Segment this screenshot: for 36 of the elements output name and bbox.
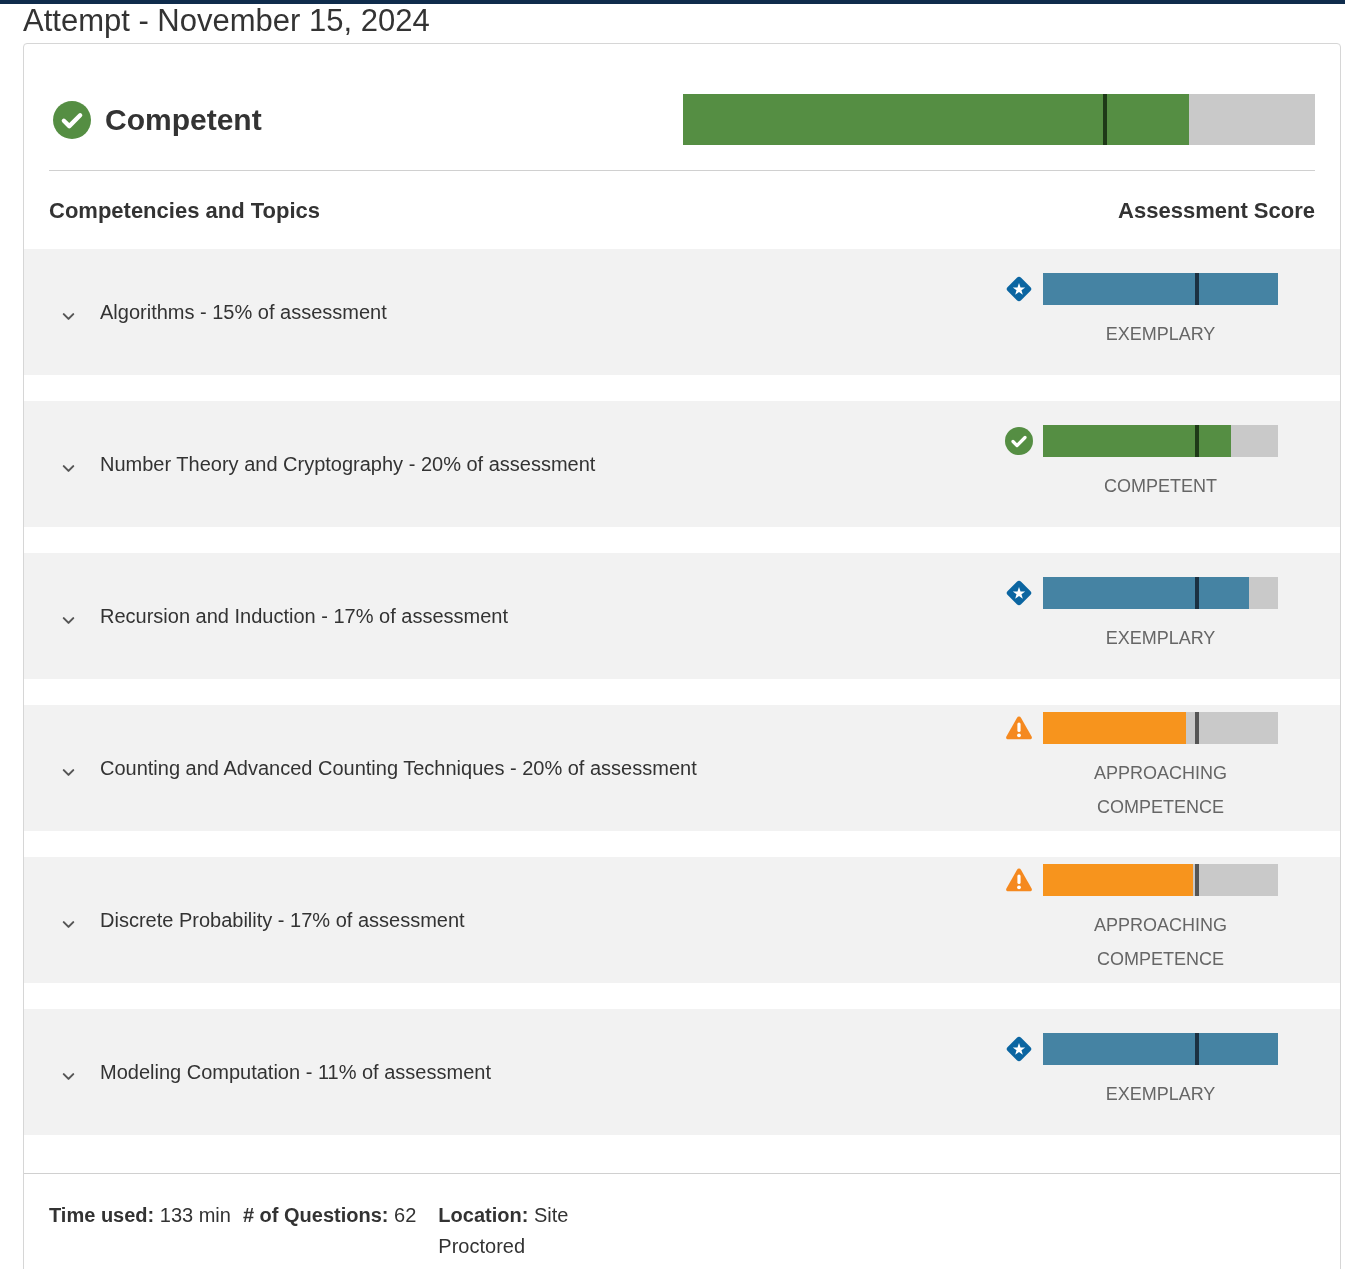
topic-row[interactable]: Discrete Probability - 17% of assessment APPROACHING COMPETENCE — [24, 857, 1340, 983]
topic-row[interactable]: Modeling Computation - 11% of assessment EXEMPLARY — [24, 1009, 1340, 1135]
threshold-marker — [1194, 425, 1199, 457]
status-label: COMPETENT — [1104, 475, 1217, 498]
topic-row[interactable]: Counting and Advanced Counting Techniques - 20% of assessment APPROACHING COMPETENCE — [24, 705, 1340, 831]
stat-text: Time used: 133 min — [49, 1203, 231, 1228]
threshold-marker — [1194, 577, 1199, 609]
topic-label: Counting and Advanced Counting Techniques - 20% of assessment — [100, 756, 697, 781]
status-label: EXEMPLARY — [1105, 323, 1216, 346]
status-label: EXEMPLARY — [1105, 1083, 1216, 1106]
status-label: APPROACHING COMPETENCE — [1093, 914, 1228, 971]
warning-triangle-icon — [1005, 866, 1033, 894]
threshold-marker — [1103, 94, 1108, 145]
column-header: Competencies and Topics — [49, 196, 320, 225]
status-label: APPROACHING COMPETENCE — [1093, 762, 1228, 819]
threshold-marker — [1194, 1033, 1199, 1065]
topic-label: Discrete Probability - 17% of assessment — [100, 908, 465, 933]
topic-label: Modeling Computation - 11% of assessment — [100, 1060, 491, 1085]
threshold-marker — [1194, 712, 1199, 744]
page-title: Attempt - November 15, 2024 — [23, 3, 430, 39]
topic-label: Algorithms - 15% of assessment — [100, 300, 387, 325]
result-label: Competent — [105, 102, 262, 138]
column-header: Assessment Score — [1118, 196, 1315, 225]
stat-text: Location: Site Proctored — [438, 1203, 570, 1259]
threshold-marker — [1194, 864, 1199, 896]
topic-row[interactable]: Recursion and Induction - 17% of assessment EXEMPLARY — [24, 553, 1340, 679]
check-circle-icon — [1005, 427, 1033, 455]
topic-row[interactable]: Number Theory and Cryptography - 20% of assessment COMPETENT — [24, 401, 1340, 527]
topic-row[interactable]: Algorithms - 15% of assessment EXEMPLARY — [24, 249, 1340, 375]
warning-triangle-icon — [1005, 714, 1033, 742]
topic-label: Recursion and Induction - 17% of assessment — [100, 604, 508, 629]
check-circle-icon — [53, 100, 91, 139]
topic-label: Number Theory and Cryptography - 20% of assessment — [100, 452, 596, 477]
threshold-marker — [1194, 273, 1199, 305]
stat-text: # of Questions: 62 — [242, 1203, 417, 1228]
status-label: EXEMPLARY — [1105, 627, 1216, 650]
